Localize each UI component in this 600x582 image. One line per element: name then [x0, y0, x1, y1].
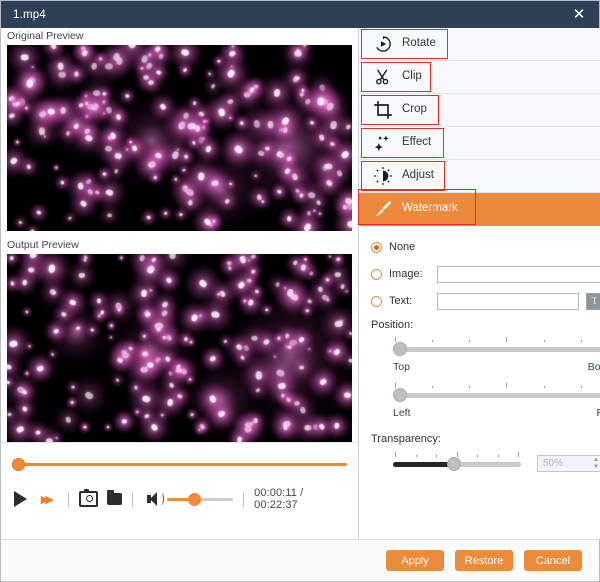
- seek-bar[interactable]: [12, 457, 347, 471]
- edit-tool-list: Rotate Clip: [359, 28, 600, 226]
- tool-adjust[interactable]: Adjust: [359, 160, 600, 193]
- slider-fill: [393, 462, 454, 467]
- position-top-label: Top: [393, 361, 410, 373]
- output-preview-label: Output Preview: [1, 237, 358, 254]
- slider-handle[interactable]: [447, 457, 461, 471]
- title-bar: 1.mp4 ✕: [1, 1, 599, 28]
- radio-image-label: Image:: [389, 268, 431, 280]
- radio-text-label: Text:: [389, 295, 431, 307]
- restore-button[interactable]: Restore: [455, 550, 513, 571]
- position-bottom-label: Bottom: [588, 361, 600, 373]
- spinner-arrows[interactable]: ▲▼: [593, 458, 599, 470]
- transparency-slider[interactable]: [393, 456, 521, 472]
- slider-handle[interactable]: [393, 388, 407, 402]
- watermark-text-input[interactable]: [437, 293, 579, 310]
- fast-forward-icon[interactable]: ▸▸: [41, 492, 50, 507]
- transport-controls: ▸▸ 00:00:11 / 00:22:37: [1, 442, 358, 539]
- brightness-icon: [372, 165, 394, 187]
- play-icon[interactable]: [10, 491, 27, 507]
- slider-ticks: [395, 337, 600, 343]
- divider: [243, 492, 244, 507]
- chevron-up-icon: ▲: [593, 458, 599, 463]
- tool-label: Effect: [402, 137, 431, 149]
- position-label: Position:: [371, 319, 600, 331]
- time-display: 00:00:11 / 00:22:37: [254, 487, 343, 511]
- camera-icon[interactable]: [79, 491, 98, 507]
- volume-handle[interactable]: [188, 493, 201, 506]
- video-editor-dialog: 1.mp4 ✕ Original Preview Output Preview: [0, 0, 600, 582]
- tool-label: Rotate: [402, 38, 436, 50]
- position-vertical-slider[interactable]: [393, 341, 600, 357]
- dialog-body: Original Preview Output Preview ▸▸: [1, 28, 599, 539]
- tool-crop[interactable]: Crop: [359, 94, 600, 127]
- dialog-footer: Apply Restore Cancel: [1, 539, 599, 581]
- tools-pane: Rotate Clip: [359, 28, 600, 539]
- slider-track: [393, 347, 600, 352]
- transparency-value: 50%: [543, 458, 563, 469]
- output-video-canvas: [7, 254, 352, 442]
- playback-button-row: ▸▸ 00:00:11 / 00:22:37: [10, 487, 349, 511]
- transparency-row: 50% ▲▼: [393, 455, 600, 472]
- vertical-slider-labels: Top Bottom: [393, 361, 600, 373]
- tool-label: Crop: [402, 104, 427, 116]
- original-video-canvas: [7, 45, 352, 231]
- apply-button[interactable]: Apply: [386, 550, 444, 571]
- tool-clip[interactable]: Clip: [359, 61, 600, 94]
- sparkle-icon: [372, 132, 394, 154]
- rotate-icon: [372, 33, 394, 55]
- radio-none-label: None: [389, 241, 415, 253]
- slider-ticks: [395, 383, 600, 389]
- brush-icon: [372, 198, 394, 220]
- radio-text[interactable]: [371, 296, 382, 307]
- folder-icon[interactable]: [107, 493, 122, 505]
- tool-label: Watermark: [402, 203, 458, 215]
- watermark-none-row[interactable]: None: [371, 238, 600, 256]
- close-icon[interactable]: ✕: [559, 1, 599, 28]
- watermark-text-row: Text: T ■: [371, 292, 600, 310]
- seek-handle[interactable]: [12, 458, 25, 471]
- position-left-label: Left: [393, 407, 411, 419]
- speaker-icon[interactable]: [147, 492, 160, 506]
- image-path-input[interactable]: [437, 266, 600, 283]
- transparency-value-field[interactable]: 50% ▲▼: [537, 455, 600, 472]
- horizontal-slider-labels: Left Right: [393, 407, 600, 419]
- position-horizontal-slider[interactable]: [393, 387, 600, 403]
- window-title: 1.mp4: [13, 9, 46, 21]
- divider: [132, 492, 133, 507]
- chevron-down-icon: ▼: [593, 465, 599, 470]
- transparency-label: Transparency:: [371, 433, 600, 445]
- text-font-icon[interactable]: T: [586, 293, 600, 310]
- position-right-label: Right: [596, 407, 600, 419]
- tool-label: Adjust: [402, 170, 434, 182]
- preview-pane: Original Preview Output Preview ▸▸: [1, 28, 359, 539]
- crop-icon: [372, 99, 394, 121]
- output-preview-video[interactable]: [7, 254, 352, 442]
- slider-track: [393, 393, 600, 398]
- volume-slider[interactable]: [167, 493, 234, 506]
- original-preview-label: Original Preview: [1, 28, 358, 45]
- tool-rotate[interactable]: Rotate: [359, 28, 600, 61]
- watermark-options-panel: None Image: Text: [359, 226, 600, 539]
- radio-image[interactable]: [371, 269, 382, 280]
- watermark-image-row: Image:: [371, 265, 600, 283]
- cancel-button[interactable]: Cancel: [524, 550, 582, 571]
- tool-effect[interactable]: Effect: [359, 127, 600, 160]
- scissors-icon: [372, 66, 394, 88]
- original-preview-video[interactable]: [7, 45, 352, 231]
- divider: [68, 492, 69, 507]
- tool-watermark[interactable]: Watermark: [359, 193, 600, 226]
- tool-label: Clip: [402, 71, 422, 83]
- slider-handle[interactable]: [393, 342, 407, 356]
- seek-track: [12, 463, 347, 466]
- radio-none[interactable]: [371, 242, 382, 253]
- slider-ticks: [395, 452, 519, 458]
